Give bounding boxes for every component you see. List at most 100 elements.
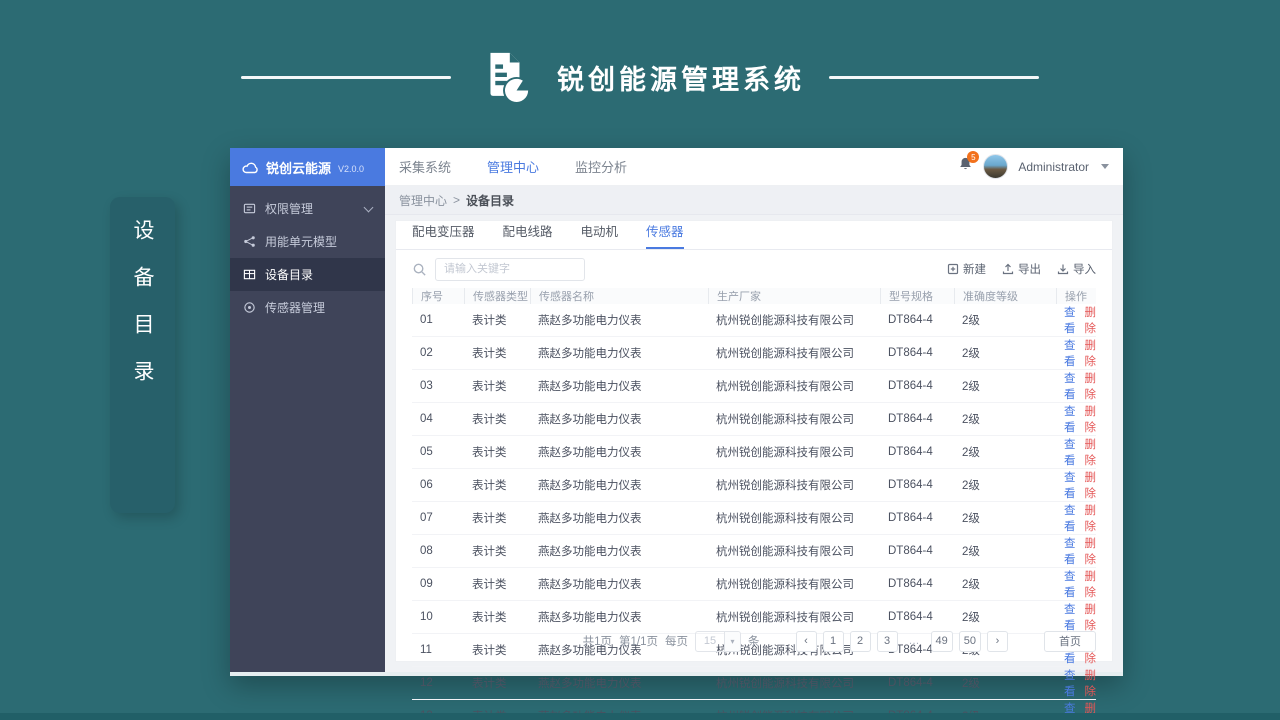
cell-name: 燕赵多功能电力仪表 [538,678,642,690]
cell-name: 燕赵多功能电力仪表 [538,513,642,525]
user-name[interactable]: Administrator [1018,160,1089,174]
nav-management-center[interactable]: 管理中心 [487,157,539,176]
export-button[interactable]: 导出 [1002,261,1041,277]
import-button[interactable]: 导入 [1057,261,1096,277]
total-pages-text: 共1页 [582,636,612,648]
table-row: 01 表计类 燕赵多功能电力仪表 杭州锐创能源科技有限公司 DT864-4 2级… [412,304,1096,337]
table-header: 序号 传感器类型 传感器名称 生产厂家 型号规格 准确度等级 操作 [412,288,1096,304]
delete-link[interactable]: 删除 [1085,568,1097,600]
cell-model: DT864-4 [888,578,933,590]
delete-link[interactable]: 删除 [1085,337,1097,369]
col-header-manufacturer: 生产厂家 [708,288,880,304]
cell-no: 02 [420,347,433,359]
caret-down-icon[interactable] [1101,164,1109,169]
delete-link[interactable]: 删除 [1085,403,1097,435]
cell-model: DT864-4 [888,545,933,557]
unit-label: 条 [748,636,760,648]
table-row: 03 表计类 燕赵多功能电力仪表 杭州锐创能源科技有限公司 DT864-4 2级… [412,370,1096,403]
cell-no: 01 [420,314,433,326]
view-link[interactable]: 查看 [1064,304,1076,336]
view-link[interactable]: 查看 [1064,403,1076,435]
delete-link[interactable]: 删除 [1085,304,1097,336]
avatar[interactable] [983,154,1009,179]
cell-accuracy: 2级 [962,414,980,426]
cell-name: 燕赵多功能电力仪表 [538,315,642,327]
col-header-no: 序号 [412,288,464,304]
cell-model: DT864-4 [888,347,933,359]
side-tab-device-catalog[interactable]: 设备目录 [110,197,175,513]
cell-name: 燕赵多功能电力仪表 [538,348,642,360]
table-row: 09 表计类 燕赵多功能电力仪表 杭州锐创能源科技有限公司 DT864-4 2级… [412,568,1096,601]
sidebar-item-sensor-management[interactable]: 传感器管理 [230,291,385,324]
app-window: 锐创云能源 V2.0.0 权限管理 用能单元模型 设备目录 传感器管理 采集系统… [230,148,1123,720]
cell-manufacturer: 杭州锐创能源科技有限公司 [716,579,854,591]
breadcrumb: 管理中心 > 设备目录 [385,186,1123,215]
page-button-3[interactable]: 3 [876,630,898,652]
page-button-50[interactable]: 50 [958,630,981,652]
table-row: 06 表计类 燕赵多功能电力仪表 杭州锐创能源科技有限公司 DT864-4 2级… [412,469,1096,502]
first-page-button[interactable]: 首页 [1044,630,1096,652]
new-button-label: 新建 [963,264,986,276]
sidebar-item-device-catalog[interactable]: 设备目录 [230,258,385,291]
tab-motor[interactable]: 电动机 [581,221,619,249]
view-link[interactable]: 查看 [1064,370,1076,402]
pagination-summary: 共1页 第1/1页 每页 15 ▾ 条 [582,630,760,652]
tab-sensor[interactable]: 传感器 [646,221,684,249]
cell-accuracy: 2级 [962,678,980,690]
cell-operations: 查看 删除 [1056,403,1096,435]
page-button-2[interactable]: 2 [849,630,871,652]
view-link[interactable]: 查看 [1064,535,1076,567]
cell-accuracy: 2级 [962,480,980,492]
pagination: 共1页 第1/1页 每页 15 ▾ 条 ‹ 1 2 3 … 49 50 › 首页 [396,621,1112,661]
side-tab-label: 设备目录 [131,219,154,407]
delete-link[interactable]: 删除 [1085,469,1097,501]
view-link[interactable]: 查看 [1064,667,1076,699]
page-button-1[interactable]: 1 [822,630,844,652]
next-page-button[interactable]: › [987,630,1008,652]
nav-monitoring-analysis[interactable]: 监控分析 [575,157,627,176]
import-icon [1057,263,1069,275]
delete-link[interactable]: 删除 [1085,370,1097,402]
grid-icon [243,268,256,281]
cell-operations: 查看 删除 [1056,502,1096,534]
cell-no: 05 [420,446,433,458]
per-page-label: 每页 [665,636,688,648]
delete-link[interactable]: 删除 [1085,502,1097,534]
document-chart-icon [475,46,533,108]
nav-collection-system[interactable]: 采集系统 [399,157,451,176]
view-link[interactable]: 查看 [1064,568,1076,600]
sidebar-item-energy-unit-model[interactable]: 用能单元模型 [230,225,385,258]
per-page-select[interactable]: 15 ▾ [695,630,741,652]
prev-page-button[interactable]: ‹ [795,630,817,652]
cell-type: 表计类 [472,579,507,591]
view-link[interactable]: 查看 [1064,469,1076,501]
cell-no: 12 [420,677,433,689]
cell-type: 表计类 [472,546,507,558]
new-button[interactable]: 新建 [947,261,986,277]
view-link[interactable]: 查看 [1064,337,1076,369]
cell-accuracy: 2级 [962,381,980,393]
cell-manufacturer: 杭州锐创能源科技有限公司 [716,513,854,525]
page-button-49[interactable]: 49 [930,630,953,652]
breadcrumb-separator: > [453,193,461,207]
cell-model: DT864-4 [888,677,933,689]
breadcrumb-parent[interactable]: 管理中心 [399,192,447,209]
tab-distribution-line[interactable]: 配电线路 [503,221,553,249]
delete-link[interactable]: 删除 [1085,436,1097,468]
toolbar-actions: 新建 导出 导入 [947,261,1096,277]
view-link[interactable]: 查看 [1064,436,1076,468]
notification-bell-icon[interactable]: 5 [958,151,980,177]
cell-name: 燕赵多功能电力仪表 [538,381,642,393]
cell-manufacturer: 杭州锐创能源科技有限公司 [716,348,854,360]
export-button-label: 导出 [1018,264,1041,276]
col-header-type: 传感器类型 [464,288,530,304]
view-link[interactable]: 查看 [1064,502,1076,534]
search-input[interactable] [435,257,585,281]
cell-no: 03 [420,380,433,392]
cell-no: 04 [420,413,433,425]
sidebar-item-permissions[interactable]: 权限管理 [230,192,385,225]
delete-link[interactable]: 删除 [1085,535,1097,567]
table-row: 04 表计类 燕赵多功能电力仪表 杭州锐创能源科技有限公司 DT864-4 2级… [412,403,1096,436]
tab-distribution-transformer[interactable]: 配电变压器 [412,221,475,249]
delete-link[interactable]: 删除 [1085,667,1097,699]
